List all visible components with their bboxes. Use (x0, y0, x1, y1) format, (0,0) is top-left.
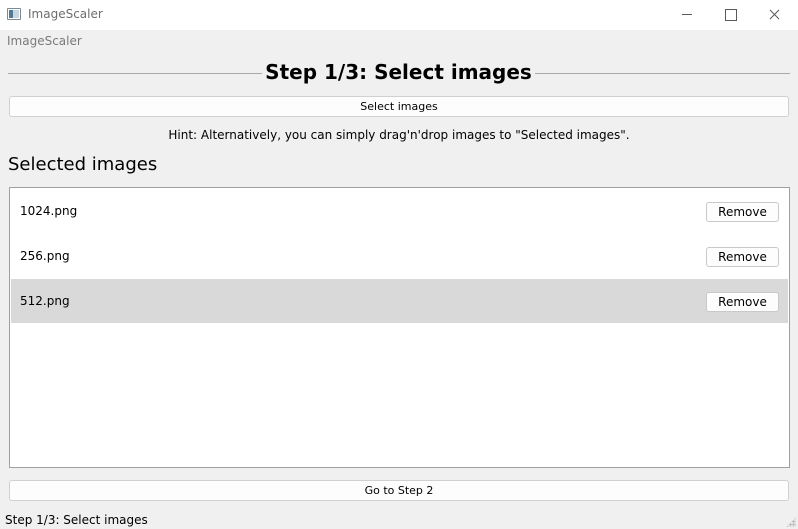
go-to-step-2-button[interactable]: Go to Step 2 (9, 480, 789, 501)
selected-images-list[interactable]: 1024.png Remove 256.png Remove 512.png R… (9, 187, 790, 468)
select-images-button[interactable]: Select images (9, 96, 789, 117)
list-item[interactable]: 1024.png Remove (11, 189, 788, 233)
heading-rule-left (8, 73, 262, 74)
file-name: 512.png (20, 294, 70, 308)
file-name: 1024.png (20, 204, 78, 218)
step-heading-row: Step 1/3: Select images (8, 59, 790, 89)
status-bar-text: Step 1/3: Select images (5, 513, 148, 527)
hint-text: Hint: Alternatively, you can simply drag… (168, 128, 630, 142)
remove-button[interactable]: Remove (706, 247, 779, 267)
heading-rule-right (535, 73, 790, 74)
maximize-icon[interactable] (707, 0, 753, 30)
title-bar[interactable]: ImageScaler (0, 0, 798, 30)
minimize-icon[interactable] (664, 0, 710, 30)
window-title: ImageScaler (28, 7, 103, 21)
remove-button[interactable]: Remove (706, 292, 779, 312)
selected-images-title: Selected images (8, 154, 158, 175)
list-item-selected[interactable]: 512.png Remove (11, 279, 788, 323)
app-icon (7, 8, 21, 20)
resize-grip-icon[interactable] (786, 517, 796, 527)
page-title: Step 1/3: Select images (265, 60, 532, 84)
list-item[interactable]: 256.png Remove (11, 234, 788, 278)
menu-title: ImageScaler (7, 34, 82, 48)
file-name: 256.png (20, 249, 70, 263)
app-window: ImageScaler ImageScaler Step 1/3: Select… (0, 0, 798, 529)
remove-button[interactable]: Remove (706, 202, 779, 222)
close-icon[interactable] (752, 0, 798, 30)
